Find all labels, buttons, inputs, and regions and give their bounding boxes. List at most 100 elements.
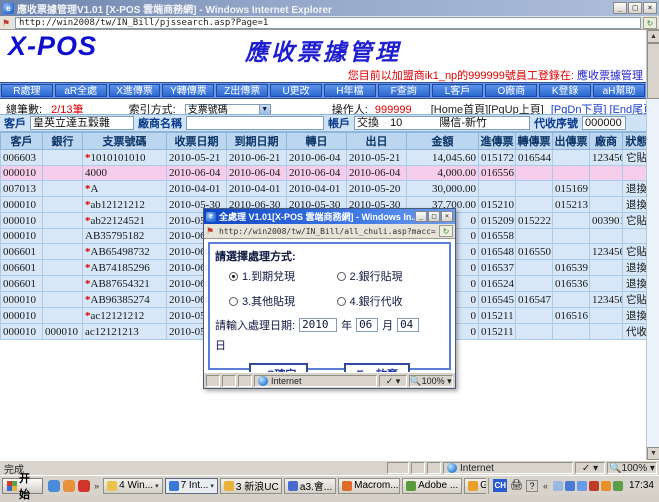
media-player-icon[interactable] [48, 480, 60, 492]
document-tray-icon[interactable] [553, 481, 563, 491]
menu-button-10[interactable]: K登錄 [539, 84, 591, 97]
start-button[interactable]: 开始 [2, 478, 43, 494]
page-title: 應收票據管理 [0, 33, 646, 67]
grid-cell [43, 197, 83, 213]
grid-cell [516, 308, 553, 324]
dialog-minimize-button[interactable]: _ [415, 211, 427, 222]
taskbar-button-label: 4 Win... [119, 480, 153, 491]
grid-header-7: 金額 [407, 133, 479, 150]
taskbar-button-2[interactable]: 3 新浪UC▾ [220, 478, 282, 494]
grid-cell: 4000 [83, 166, 167, 181]
dialog-title: 全處理 V1.01[X-POS 雲端商務網] - Windows In... [219, 210, 415, 223]
grid-header-2: 支票號碼 [83, 133, 167, 150]
table-row[interactable]: 007013*A2010-04-012010-04-012010-04-0120… [1, 181, 651, 197]
messenger-icon[interactable] [63, 480, 75, 492]
grid-header-row: 客戶銀行支票號碼收票日期到期日期轉日出日金額進傳票轉傳票出傳票廠商狀態 [1, 133, 651, 150]
main-titlebar: e 應收票據管理V1.01 [X-POS 雲端商務網] - Windows In… [0, 0, 659, 16]
required-mark: * [85, 152, 91, 164]
taskbar-button-1[interactable]: 7 Int...▾ [165, 478, 218, 494]
grid-header-8: 進傳票 [479, 133, 516, 150]
dialog-zoom-dropdown[interactable]: 🔍100% ▾ [409, 375, 453, 387]
process-option-2[interactable]: 2.銀行貼現 [337, 268, 445, 284]
window-title: 應收票據管理V1.01 [X-POS 雲端商務網] - Windows Inte… [17, 1, 613, 16]
vendor-name-input[interactable] [186, 116, 324, 130]
taskbar-button-6[interactable]: Global... [464, 478, 486, 494]
grid-cell [516, 276, 553, 292]
menu-button-1[interactable]: aR全處 [55, 84, 107, 97]
radio-icon[interactable] [337, 272, 346, 281]
language-indicator[interactable]: CH [493, 479, 507, 492]
vertical-scrollbar[interactable]: ▲ ▼ [646, 30, 659, 460]
table-row[interactable]: 006603*10101010102010-05-212010-06-21201… [1, 150, 651, 166]
close-button[interactable]: × [643, 2, 657, 14]
grid-cell: 016550 [516, 244, 553, 260]
zoom-dropdown[interactable]: 🔍100% ▾ [607, 462, 657, 474]
taskbar-button-5[interactable]: Adobe ... [402, 478, 462, 494]
taskbar-button-0[interactable]: 4 Win...▾ [103, 478, 162, 494]
dialog-maximize-button[interactable]: □ [428, 211, 440, 222]
tray-collapse-chevron[interactable]: « [541, 481, 550, 491]
grid-cell: 000010 [1, 197, 43, 213]
menu-button-0[interactable]: R處理 [1, 84, 53, 97]
process-option-3[interactable]: 3.其他貼現 [229, 293, 337, 309]
taskbar-button-3[interactable]: a3.會... [284, 478, 336, 494]
go-refresh-icon[interactable]: ↻ [643, 17, 657, 29]
collect-serial-input[interactable]: 000000 [582, 116, 626, 130]
grid-cell: 006601 [1, 244, 43, 260]
scrollbar-thumb[interactable] [647, 43, 659, 99]
radio-icon[interactable] [229, 272, 238, 281]
scroll-up-icon[interactable]: ▲ [647, 30, 659, 43]
im-tray-icon[interactable] [577, 481, 587, 491]
grid-cell: 015211 [479, 324, 516, 340]
customer-input[interactable]: 皇英立達五穀雜 [30, 116, 134, 130]
menu-button-7[interactable]: F查詢 [378, 84, 430, 97]
grid-cell: 2010-06-04 [287, 166, 347, 181]
year-input[interactable]: 2010 [299, 318, 337, 332]
table-row[interactable]: 00001040002010-06-042010-06-042010-06-04… [1, 166, 651, 181]
printer-icon[interactable]: 🖨 [510, 480, 523, 491]
grid-cell [553, 213, 590, 229]
account-input[interactable]: 交換 10 陽信-新竹 [354, 116, 530, 130]
taskbar-clock: 17:34 [626, 480, 657, 491]
grid-cell: 000010 [1, 324, 43, 340]
help-icon[interactable]: ? [526, 480, 538, 492]
grid-cell: 000010 [1, 292, 43, 308]
process-option-4[interactable]: 4.銀行代收 [337, 293, 445, 309]
day-input[interactable]: 04 [397, 318, 419, 332]
menu-button-2[interactable]: X進傳票 [109, 84, 161, 97]
menu-button-6[interactable]: H年檔 [324, 84, 376, 97]
login-status-line: 您目前以加盟商ik1_np的999999號員工登錄在: 應收票據管理 [348, 67, 643, 83]
qq-tray-icon[interactable] [589, 481, 599, 491]
chevron-down-icon: ▾ [210, 482, 214, 490]
grid-cell: 006601 [1, 260, 43, 276]
maximize-button[interactable]: □ [628, 2, 642, 14]
menu-button-8[interactable]: L客戶 [432, 84, 484, 97]
menu-button-11[interactable]: aH幫助 [593, 84, 645, 97]
messenger-tray-icon[interactable] [565, 481, 575, 491]
dialog-go-icon[interactable]: ↻ [439, 225, 453, 237]
grid-cell: 007013 [1, 181, 43, 197]
menu-button-9[interactable]: O廠商 [485, 84, 537, 97]
grid-cell: 003901 [590, 213, 623, 229]
menu-button-4[interactable]: Z出傳票 [216, 84, 268, 97]
radio-icon[interactable] [337, 297, 346, 306]
protected-mode-dropdown[interactable]: ✓ ▾ [575, 462, 605, 474]
menu-button-3[interactable]: Y轉傳票 [162, 84, 214, 97]
qq-icon[interactable] [78, 480, 90, 492]
minimize-button[interactable]: _ [613, 2, 627, 14]
quicklaunch-overflow-chevron[interactable]: » [92, 481, 101, 491]
dialog-close-button[interactable]: × [441, 211, 453, 222]
radio-icon[interactable] [229, 297, 238, 306]
url-field[interactable]: http://win2008/tw/IN_Bill/pjssearch.asp?… [15, 17, 641, 29]
menu-button-5[interactable]: U更改 [270, 84, 322, 97]
shield-tray-icon[interactable] [613, 481, 623, 491]
month-input[interactable]: 06 [356, 318, 378, 332]
update-tray-icon[interactable] [601, 481, 611, 491]
grid-cell [43, 292, 83, 308]
scroll-down-icon[interactable]: ▼ [647, 447, 659, 460]
taskbar-button-4[interactable]: Macrom... [338, 478, 400, 494]
grid-cell [43, 229, 83, 244]
grid-cell: 4,000.00 [407, 166, 479, 181]
process-option-1[interactable]: 1.到期兌現 [229, 268, 337, 284]
protected-mode-dropdown[interactable]: ✓ ▾ [379, 375, 407, 387]
